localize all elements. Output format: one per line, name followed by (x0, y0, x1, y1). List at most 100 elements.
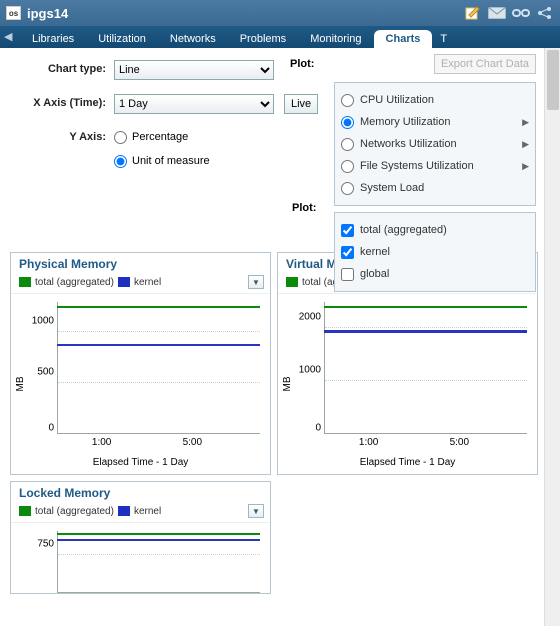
plot-networks-radio[interactable] (341, 138, 354, 151)
plot-fs-option[interactable]: File Systems Utilization ▶ (341, 155, 529, 177)
xtick: 1:00 (359, 437, 378, 448)
mail-icon[interactable] (488, 5, 506, 21)
legend-total-label: total (aggregated) (35, 506, 114, 517)
tab-networks[interactable]: Networks (158, 30, 228, 48)
plot-memory-label: Memory Utilization (360, 116, 450, 128)
plot-area: MB 0 1000 2000 1:00 5:00 Elapsed Time - … (278, 294, 537, 474)
xtick: 5:00 (450, 437, 469, 448)
plot-kernel-option[interactable]: kernel (341, 241, 529, 263)
content-area: Chart type: Line X Axis (Time): 1 Day Li… (0, 48, 560, 626)
chart-locked-memory: Locked Memory total (aggregated) kernel … (10, 481, 271, 594)
plot-settings: Export Chart Data Plot: CPU Utilization … (334, 56, 536, 292)
link-icon[interactable] (512, 5, 530, 21)
chart-title: Locked Memory (11, 482, 270, 502)
chart-legend: total (aggregated) kernel ▼ (11, 273, 270, 294)
chart-physical-memory: Physical Memory total (aggregated) kerne… (10, 252, 271, 475)
plot-memory-option[interactable]: Memory Utilization ▶ (341, 111, 529, 133)
plot-sysload-option[interactable]: System Load (341, 177, 529, 199)
xtick: 1:00 (92, 437, 111, 448)
yaxis-percentage-label: Percentage (132, 131, 188, 143)
plot-networks-option[interactable]: Networks Utilization ▶ (341, 133, 529, 155)
plot-kernel-checkbox[interactable] (341, 246, 354, 259)
xaxis-select[interactable]: 1 Day (114, 94, 274, 114)
series-kernel (57, 539, 260, 541)
legend-swatch-kernel (118, 277, 130, 287)
legend-total-label: total (aggregated) (35, 277, 114, 288)
plot-memory-radio[interactable] (341, 116, 354, 129)
plot-global-checkbox[interactable] (341, 268, 354, 281)
ytick: 0 (291, 423, 321, 434)
plot-primary-panel: CPU Utilization Memory Utilization ▶ Net… (334, 82, 536, 206)
legend-dropdown[interactable]: ▼ (248, 504, 264, 518)
series-total (57, 533, 260, 535)
title-bar: os ipgs14 (0, 0, 560, 26)
tab-partial[interactable]: T (432, 30, 451, 48)
plot-cpu-option[interactable]: CPU Utilization (341, 89, 529, 111)
legend-swatch-total (286, 277, 298, 287)
window-icon: os (6, 6, 21, 20)
legend-swatch-total (19, 506, 31, 516)
ytick: 500 (24, 366, 54, 377)
plot-area: 750 (11, 523, 270, 593)
plot-secondary-panel: total (aggregated) kernel global (334, 212, 536, 292)
xtick: 5:00 (183, 437, 202, 448)
plot-sysload-label: System Load (360, 182, 424, 194)
plot-fs-radio[interactable] (341, 160, 354, 173)
submenu-icon[interactable]: ▶ (522, 117, 529, 128)
xaxis-label: Elapsed Time - 1 Day (11, 457, 270, 468)
chart-legend: total (aggregated) kernel ▼ (11, 502, 270, 523)
legend-kernel-label: kernel (134, 277, 161, 288)
chart-type-select[interactable]: Line (114, 60, 274, 80)
export-chart-data-button[interactable]: Export Chart Data (434, 54, 536, 74)
ytick: 1000 (291, 364, 321, 375)
chart-grid: 0 500 1000 (57, 302, 260, 434)
submenu-icon[interactable]: ▶ (522, 161, 529, 172)
share-icon[interactable] (536, 5, 554, 21)
series-kernel (57, 344, 260, 346)
tab-problems[interactable]: Problems (228, 30, 298, 48)
ytick: 0 (24, 423, 54, 434)
tab-utilization[interactable]: Utilization (86, 30, 158, 48)
yaxis-unit-label: Unit of measure (132, 155, 210, 167)
yaxis-percentage-radio[interactable] (114, 131, 127, 144)
ytick: 2000 (291, 312, 321, 323)
plot-area: MB 0 500 1000 1:00 5:00 Elapsed Time - 1… (11, 294, 270, 474)
live-button[interactable]: Live (284, 94, 318, 114)
vertical-scrollbar[interactable] (544, 48, 560, 626)
chart-title: Physical Memory (11, 253, 270, 273)
yaxis-label: MB (15, 377, 26, 392)
plot-fs-label: File Systems Utilization (360, 160, 474, 172)
plot-sysload-radio[interactable] (341, 182, 354, 195)
plot-kernel-label: kernel (360, 246, 390, 258)
plot-total-option[interactable]: total (aggregated) (341, 219, 529, 241)
yaxis-unit-option[interactable]: Unit of measure (114, 152, 210, 170)
plot-global-option[interactable]: global (341, 263, 529, 285)
tab-charts[interactable]: Charts (374, 30, 433, 48)
legend-swatch-kernel (118, 506, 130, 516)
yaxis-unit-radio[interactable] (114, 155, 127, 168)
legend-kernel-label: kernel (134, 506, 161, 517)
scroll-left-icon[interactable]: ◀ (4, 30, 12, 43)
chart-type-label: Chart type: (14, 60, 114, 75)
plot-cpu-label: CPU Utilization (360, 94, 434, 106)
ytick: 1000 (24, 316, 54, 327)
charts-row-2: Locked Memory total (aggregated) kernel … (10, 481, 550, 594)
legend-dropdown[interactable]: ▼ (248, 275, 264, 289)
plot-global-label: global (360, 268, 389, 280)
plot-total-checkbox[interactable] (341, 224, 354, 237)
tab-strip: ◀ Libraries Utilization Networks Problem… (0, 26, 560, 48)
legend-swatch-total (19, 277, 31, 287)
scrollbar-thumb[interactable] (547, 50, 559, 110)
series-kernel (324, 330, 527, 333)
series-total (57, 306, 260, 308)
compose-icon[interactable] (464, 5, 482, 21)
yaxis-percentage-option[interactable]: Percentage (114, 128, 210, 146)
tab-monitoring[interactable]: Monitoring (298, 30, 373, 48)
plot-total-label: total (aggregated) (360, 224, 447, 236)
plot-cpu-radio[interactable] (341, 94, 354, 107)
submenu-icon[interactable]: ▶ (522, 139, 529, 150)
plot-networks-label: Networks Utilization (360, 138, 457, 150)
series-total (324, 306, 527, 308)
ytick: 750 (24, 539, 54, 550)
tab-libraries[interactable]: Libraries (20, 30, 86, 48)
